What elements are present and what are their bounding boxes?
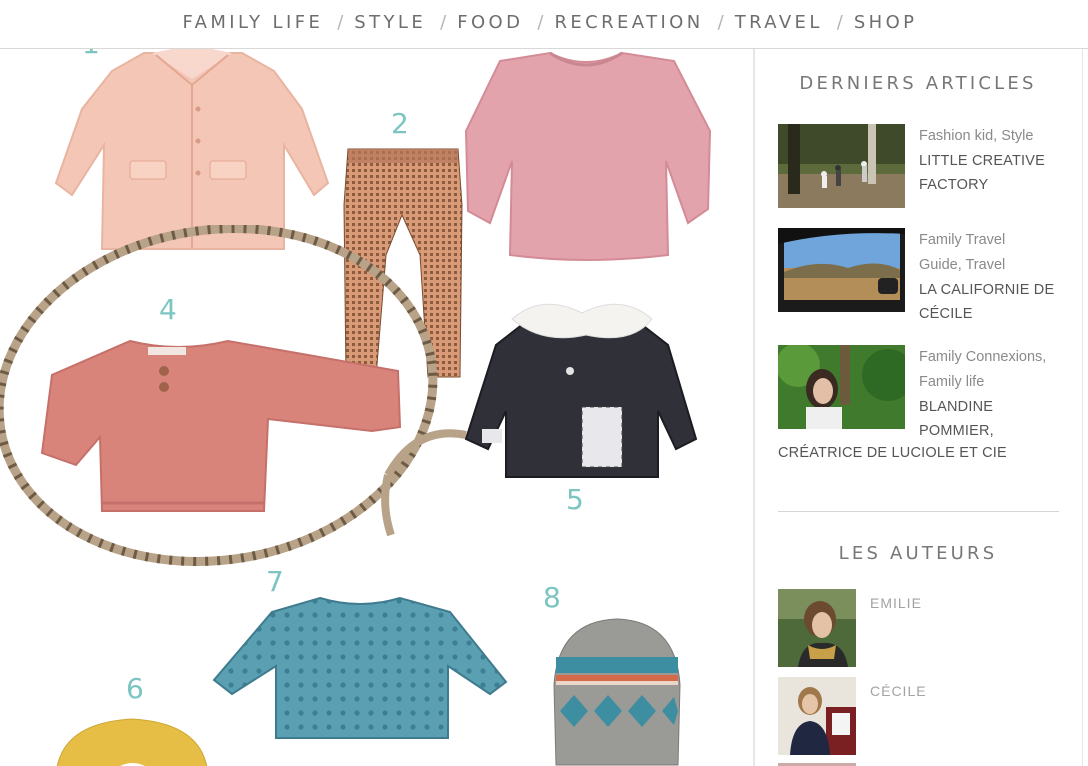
post-categories: Family Travel Guide, Travel xyxy=(919,228,1064,278)
post-thumbnail-california-road[interactable] xyxy=(778,228,905,312)
post-title-line: LA CALIFORNIE DE xyxy=(919,282,1055,298)
recent-post: Family Travel Guide, Travel LA CALIFORNI… xyxy=(778,228,1062,340)
author-avatar[interactable] xyxy=(778,677,856,755)
post-categories: Family Connexions, Family life xyxy=(919,345,1064,395)
nav-style[interactable]: STYLE xyxy=(354,12,426,33)
nav-separator: / xyxy=(440,11,447,33)
item-number-6: 6 xyxy=(126,672,144,705)
post-title-line: FACTORY xyxy=(919,177,989,193)
recent-post: Fashion kid, Style LITTLE CREATIVE FACTO… xyxy=(778,124,1062,214)
author-avatar[interactable] xyxy=(778,589,856,667)
authors-title: LES AUTEURS xyxy=(838,543,998,564)
nav-separator: / xyxy=(337,11,344,33)
nav-separator: / xyxy=(537,11,544,33)
author-entry: CÉCILE xyxy=(778,677,1062,757)
post-thumbnail-blandine-portrait[interactable] xyxy=(778,345,905,429)
mustard-snood-image xyxy=(56,718,208,766)
navy-coat-image xyxy=(464,303,698,478)
author-name[interactable]: CÉCILE xyxy=(870,683,927,699)
nav-shop[interactable]: SHOP xyxy=(854,12,918,33)
post-title-line: POMMIER, xyxy=(919,423,994,439)
post-title-link[interactable]: LA CALIFORNIE DE CÉCILE xyxy=(919,278,1064,326)
nav-family-life[interactable]: FAMILY LIFE xyxy=(183,12,324,33)
post-category-line: Family Connexions, xyxy=(919,349,1047,365)
nav-food[interactable]: FOOD xyxy=(457,12,523,33)
nav-travel[interactable]: TRAVEL xyxy=(735,12,823,33)
article-collage-image: 1 2 4 5 6 7 8 xyxy=(0,49,752,766)
post-title-line: LITTLE CREATIVE xyxy=(919,153,1046,169)
post-meta: Family Travel Guide, Travel LA CALIFORNI… xyxy=(919,228,1064,326)
post-title-line: CÉCILE xyxy=(919,306,973,322)
post-meta: Family Connexions, Family life BLANDINE … xyxy=(919,345,1064,443)
post-category-line: Guide, Travel xyxy=(919,257,1006,273)
item-number-5: 5 xyxy=(566,483,584,516)
rope-lasso-illustration xyxy=(0,225,467,566)
recent-posts-title: DERNIERS ARTICLES xyxy=(799,73,1037,94)
post-title-continued[interactable]: CRÉATRICE DE LUCIOLE ET CIE xyxy=(778,441,1007,465)
fair-isle-beanie-image xyxy=(553,618,681,766)
blue-bobble-sweater-image xyxy=(212,596,508,739)
nav-separator: / xyxy=(717,11,724,33)
pink-tshirt-image xyxy=(464,51,712,261)
post-categories: Fashion kid, Style xyxy=(919,128,1034,144)
main-navigation: FAMILY LIFE / STYLE / FOOD / RECREATION … xyxy=(0,0,1088,49)
author-name[interactable]: EMILIE xyxy=(870,595,922,611)
sidebar-divider xyxy=(753,49,755,766)
author-entry: EMILIE xyxy=(778,589,1062,669)
post-title-line: BLANDINE xyxy=(919,399,994,415)
nav-separator: / xyxy=(836,11,843,33)
sidebar: DERNIERS ARTICLES Fashion kid, Style LIT… xyxy=(756,49,1082,766)
post-category-line: Family life xyxy=(919,374,985,390)
post-thumbnail-family-walk[interactable] xyxy=(778,124,905,208)
nav-recreation[interactable]: RECREATION xyxy=(554,12,703,33)
post-title-link[interactable]: LITTLE CREATIVE FACTORY xyxy=(919,149,1064,197)
widget-separator xyxy=(778,511,1059,512)
sidebar-border xyxy=(1082,49,1083,766)
item-number-8: 8 xyxy=(543,581,561,614)
post-category-line: Family Travel xyxy=(919,232,1006,248)
post-title-link[interactable]: BLANDINE POMMIER, xyxy=(919,395,1064,443)
post-meta: Fashion kid, Style LITTLE CREATIVE FACTO… xyxy=(919,124,1064,197)
item-number-2: 2 xyxy=(391,107,409,140)
